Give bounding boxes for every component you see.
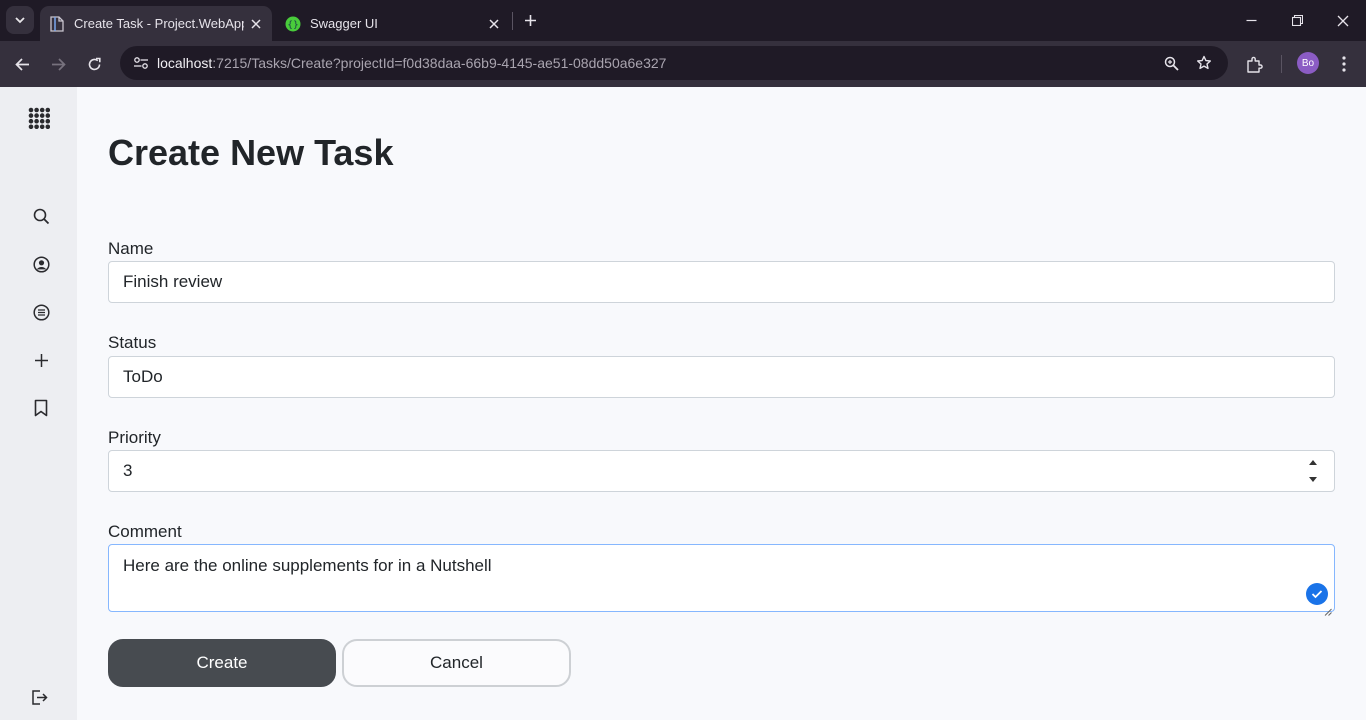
zoom-icon[interactable] — [1158, 50, 1184, 76]
swagger-icon: {} — [285, 16, 301, 32]
browser-toolbar: localhost:7215/Tasks/Create?projectId=f0… — [0, 41, 1366, 87]
reload-button[interactable] — [80, 50, 108, 78]
toolbar-separator — [1281, 55, 1282, 73]
plus-icon — [524, 14, 536, 26]
name-input[interactable]: Finish review — [108, 261, 1335, 303]
document-icon — [49, 15, 65, 32]
minimize-icon — [1246, 19, 1256, 22]
minimize-button[interactable] — [1228, 0, 1274, 41]
url-path: :7215/Tasks/Create?projectId=f0d38daa-66… — [212, 55, 667, 71]
arrow-right-icon — [51, 57, 66, 71]
priority-input[interactable]: 3 — [108, 450, 1335, 492]
arrow-left-icon — [14, 57, 29, 71]
plus-icon[interactable] — [27, 346, 55, 374]
tab-create-task[interactable]: Create Task - Project.WebApp — [40, 6, 272, 41]
spinner-down-icon[interactable] — [1308, 476, 1318, 483]
reload-icon — [88, 57, 101, 70]
close-icon — [1337, 15, 1349, 26]
name-label: Name — [108, 239, 154, 258]
status-value: ToDo — [123, 367, 163, 386]
side-navigation — [0, 87, 77, 720]
name-value: Finish review — [123, 272, 223, 291]
close-icon[interactable] — [244, 12, 268, 36]
list-icon[interactable] — [27, 298, 55, 326]
tab-title: Swagger UI — [310, 16, 378, 31]
cancel-button[interactable]: Cancel — [342, 639, 571, 687]
browser-tab-bar: Create Task - Project.WebApp {} Swagger … — [0, 0, 1366, 41]
logout-icon[interactable] — [25, 683, 53, 711]
tab-separator — [512, 12, 513, 30]
priority-label: Priority — [108, 428, 161, 447]
tab-search-button[interactable] — [6, 6, 34, 34]
tab-swagger-ui[interactable]: {} Swagger UI — [276, 6, 510, 41]
close-icon[interactable] — [482, 12, 506, 36]
resize-handle-icon[interactable] — [1324, 601, 1332, 616]
status-label: Status — [108, 333, 157, 352]
forward-button[interactable] — [44, 50, 72, 78]
tab-title: Create Task - Project.WebApp — [74, 16, 244, 31]
comment-textarea[interactable]: Here are the online supplements for in a… — [108, 544, 1335, 616]
number-spinner[interactable] — [1306, 459, 1320, 483]
create-button[interactable]: Create — [108, 639, 336, 687]
search-icon[interactable] — [27, 202, 55, 230]
priority-value: 3 — [123, 461, 133, 480]
extensions-icon[interactable] — [1240, 50, 1268, 78]
close-window-button[interactable] — [1320, 0, 1366, 41]
account-icon[interactable] — [27, 250, 55, 278]
new-tab-button[interactable] — [518, 8, 542, 32]
svg-text:{}: {} — [287, 20, 298, 30]
status-input[interactable]: ToDo — [108, 356, 1335, 398]
site-info-icon[interactable] — [128, 50, 154, 76]
more-menu-icon[interactable] — [1330, 50, 1358, 78]
comment-label: Comment — [108, 522, 182, 541]
address-bar[interactable]: localhost:7215/Tasks/Create?projectId=f0… — [120, 46, 1228, 80]
apps-grid-icon[interactable] — [25, 104, 53, 132]
back-button[interactable] — [8, 50, 36, 78]
spinner-up-icon[interactable] — [1308, 459, 1318, 466]
url-text: localhost:7215/Tasks/Create?projectId=f0… — [157, 55, 666, 71]
bookmark-star-icon[interactable] — [1191, 50, 1217, 76]
url-host: localhost — [157, 55, 213, 71]
bookmark-icon[interactable] — [27, 394, 55, 422]
main-content: Create New Task Name Finish review Statu… — [77, 87, 1366, 720]
profile-avatar[interactable]: Bo — [1297, 52, 1319, 74]
chevron-down-icon — [15, 17, 25, 24]
page-title: Create New Task — [108, 132, 394, 173]
restore-icon — [1291, 15, 1303, 26]
restore-button[interactable] — [1274, 0, 1320, 41]
comment-value: Here are the online supplements for in a… — [123, 556, 492, 575]
